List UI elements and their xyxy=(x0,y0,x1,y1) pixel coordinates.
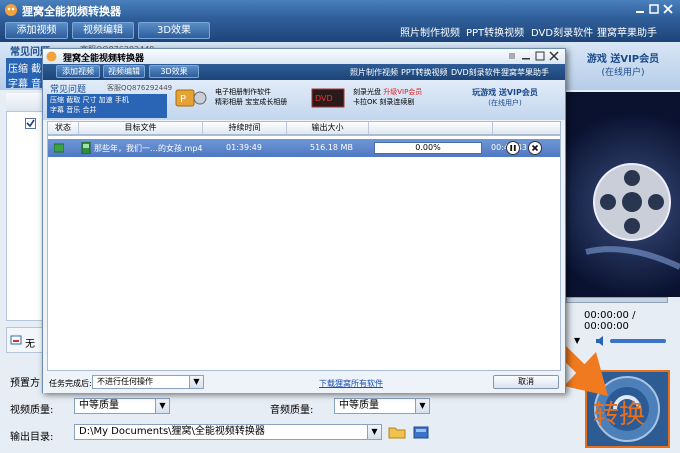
promo-burn[interactable]: 刻录光盘 升级VIP会员 卡拉OK 刻录连续剧 xyxy=(353,87,422,107)
photo-album-icon: P xyxy=(175,86,207,110)
chevron-down-icon: ▼ xyxy=(189,376,203,388)
main-toolbar: 添加视频 视频编辑 3D效果 照片制作视频 PPT转换视频 DVD刻录软件 狸窝… xyxy=(0,20,680,42)
link-apple-helper[interactable]: 狸窝苹果助手 xyxy=(597,24,657,39)
subtitle-icon xyxy=(10,334,22,346)
preset-label: 预置方 xyxy=(10,378,40,389)
video-file-icon xyxy=(81,142,91,154)
app-logo-icon xyxy=(4,3,18,17)
audio-quality-value: 中等质量 xyxy=(339,400,379,411)
link-photo-video[interactable]: 照片制作视频 xyxy=(350,67,398,78)
status-icon xyxy=(54,143,64,153)
minimize-icon[interactable] xyxy=(521,51,531,61)
svg-text:P: P xyxy=(180,94,186,105)
download-all-link[interactable]: 下载狸窝所有软件 xyxy=(319,378,383,389)
video-quality-label: 视频质量: xyxy=(10,405,54,416)
folder-browse-icon[interactable] xyxy=(388,424,406,440)
faq-line1: 压缩 截取 尺寸 加速 手机 xyxy=(50,96,129,104)
row-duration: 01:39:49 xyxy=(226,143,262,152)
restore-icon[interactable] xyxy=(507,51,517,61)
faq-links[interactable]: 压缩 截取 尺寸 加速 手机 字幕 音乐 合并 xyxy=(47,94,167,118)
link-apple-helper[interactable]: 狸窝苹果助手 xyxy=(501,67,549,78)
dvd-burn-icon: DVD xyxy=(311,87,345,109)
subtitle-none-label: 无 xyxy=(25,339,35,350)
3d-effect-button[interactable]: 3D效果 xyxy=(149,65,199,78)
progress-text: 0.00% xyxy=(415,143,441,152)
col-actions xyxy=(493,122,560,134)
faq-links[interactable]: 压缩 截 字幕 音 xyxy=(6,58,44,90)
promo-vip[interactable]: 玩游戏 送VIP会员 (在线用户) xyxy=(457,87,553,108)
table-row[interactable]: 那些年，我们一…的女孩.mp4 01:39:49 516.18 MB 0.00%… xyxy=(48,139,560,157)
dialog-footer: 任务完成后: 不进行任何操作 ▼ 下载狸窝所有软件 取消 xyxy=(43,371,565,393)
link-ppt-video[interactable]: PPT转换视频 xyxy=(466,24,524,39)
open-folder-icon[interactable] xyxy=(412,424,430,440)
chevron-down-icon: ▼ xyxy=(367,425,381,439)
progress-bar: 0.00% xyxy=(374,142,482,154)
conversion-list-header: 状态 目标文件 持续时间 输出大小 xyxy=(47,121,561,135)
promo-album-line1: 电子相册制作软件 xyxy=(215,88,271,96)
promo-burn-line1: 刻录光盘 xyxy=(353,88,381,96)
pause-icon[interactable] xyxy=(506,141,520,155)
promo-album[interactable]: 电子相册制作软件 精彩相册 宝宝成长相册 xyxy=(215,87,287,107)
output-dir-label: 输出目录: xyxy=(10,432,54,443)
link-photo-video[interactable]: 照片制作视频 xyxy=(400,24,460,39)
title-bar: 狸窝全能视频转换器 xyxy=(0,0,680,20)
dialog-toolbar: 添加视频 视频编辑 3D效果 照片制作视频 PPT转换视频 DVD刻录软件 狸窝… xyxy=(43,64,565,80)
dialog-title: 狸窝全能视频转换器 xyxy=(63,54,145,64)
add-video-button[interactable]: 添加视频 xyxy=(56,65,100,78)
link-dvd-burn[interactable]: DVD刻录软件 xyxy=(451,67,501,78)
col-status[interactable]: 状态 xyxy=(48,122,79,134)
conversion-dialog: 狸窝全能视频转换器 添加视频 视频编辑 3D效果 照片制作视频 PPT转换视频 … xyxy=(42,48,566,393)
row-file-name: 那些年，我们一…的女孩.mp4 xyxy=(94,144,203,153)
col-duration[interactable]: 持续时间 xyxy=(203,122,287,134)
svg-text:DVD: DVD xyxy=(315,94,333,103)
promo-vip-line2: (在线用户) xyxy=(488,99,522,107)
faq-line1: 压缩 截 xyxy=(8,64,42,75)
maximize-icon[interactable] xyxy=(535,51,545,61)
chevron-down-icon: ▼ xyxy=(415,399,429,413)
output-dir-value: D:\My Documents\狸窝\全能视频转换器 xyxy=(79,426,265,437)
link-dvd-burn[interactable]: DVD刻录软件 xyxy=(531,24,593,39)
add-video-button[interactable]: 添加视频 xyxy=(5,22,68,39)
col-output-size[interactable]: 输出大小 xyxy=(287,122,369,134)
dialog-banner: 常见问题 客服QQ876292449 压缩 截取 尺寸 加速 手机 字幕 音乐 … xyxy=(43,80,565,120)
col-target-file[interactable]: 目标文件 xyxy=(79,122,203,134)
app-logo-icon xyxy=(46,51,57,62)
task-checkbox[interactable] xyxy=(25,118,36,129)
conversion-list xyxy=(47,135,561,371)
promo-album-line2: 精彩相册 宝宝成长相册 xyxy=(215,98,288,106)
output-dir-input[interactable]: D:\My Documents\狸窝\全能视频转换器 ▼ xyxy=(74,424,382,440)
3d-effect-button[interactable]: 3D效果 xyxy=(138,22,210,39)
promo-burn-line2: 卡拉OK 刻录连续剧 xyxy=(353,98,415,106)
row-size: 516.18 MB xyxy=(310,143,353,152)
video-quality-value: 中等质量 xyxy=(79,400,119,411)
after-done-value: 不进行任何操作 xyxy=(97,377,153,386)
edit-video-button[interactable]: 视频编辑 xyxy=(103,65,145,78)
vip-promo[interactable]: 游戏 送VIP会员 (在线用户) xyxy=(566,50,680,78)
vip-line1: 游戏 送VIP会员 xyxy=(586,54,660,65)
chevron-down-icon: ▼ xyxy=(155,399,169,413)
video-quality-select[interactable]: 中等质量 ▼ xyxy=(74,398,170,414)
cancel-task-icon[interactable] xyxy=(528,141,542,155)
after-done-select[interactable]: 不进行任何操作 ▼ xyxy=(92,375,204,389)
maximize-icon[interactable] xyxy=(648,3,660,15)
dialog-title-bar: 狸窝全能视频转换器 xyxy=(43,49,565,64)
promo-vip-line1: 玩游戏 送VIP会员 xyxy=(472,88,538,97)
volume-slider[interactable] xyxy=(610,339,666,343)
faq-line2: 字幕 音乐 合并 xyxy=(50,106,97,114)
app-title: 狸窝全能视频转换器 xyxy=(22,5,121,18)
audio-quality-select[interactable]: 中等质量 ▼ xyxy=(334,398,430,414)
faq-line2: 字幕 音 xyxy=(8,79,42,90)
after-done-label: 任务完成后: xyxy=(49,379,92,388)
audio-quality-label: 音频质量: xyxy=(270,405,314,416)
close-icon[interactable] xyxy=(549,51,559,61)
vip-line2: (在线用户) xyxy=(601,68,645,78)
link-ppt-video[interactable]: PPT转换视频 xyxy=(401,67,448,78)
col-progress xyxy=(369,122,493,134)
close-icon[interactable] xyxy=(662,3,674,15)
edit-video-button[interactable]: 视频编辑 xyxy=(72,22,134,39)
faq-qq: 客服QQ876292449 xyxy=(107,84,173,92)
minimize-icon[interactable] xyxy=(634,3,646,15)
promo-burn-hot: 升级VIP会员 xyxy=(383,88,423,96)
cancel-button[interactable]: 取消 xyxy=(493,375,559,389)
